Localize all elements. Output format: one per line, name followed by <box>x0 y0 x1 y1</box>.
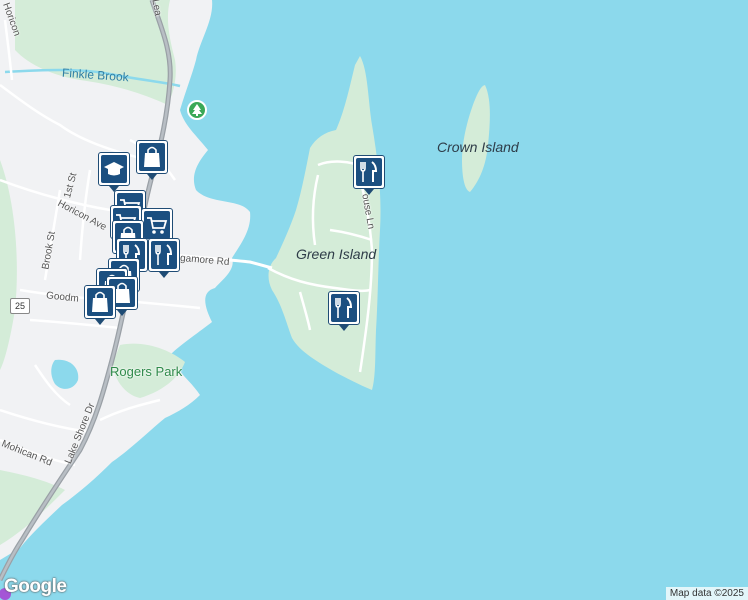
grocery-cart-icon <box>147 217 168 234</box>
label-green-island: Green Island <box>296 246 377 262</box>
restaurant-icon <box>335 297 353 318</box>
label-rogers-park: Rogers Park <box>110 364 183 379</box>
restaurant-marker[interactable] <box>148 238 180 278</box>
shopping-marker[interactable] <box>136 140 168 180</box>
education-marker[interactable] <box>98 152 130 192</box>
park-tree-icon[interactable] <box>187 100 207 120</box>
restaurant-icon <box>155 244 173 265</box>
route-shield: 25 <box>10 298 30 314</box>
map-attribution[interactable]: Map data ©2025 <box>665 587 748 600</box>
shopping-bag-icon <box>144 146 160 167</box>
shopping-bag-icon <box>92 291 108 312</box>
restaurant-icon <box>360 161 378 182</box>
grocery-marker[interactable] <box>141 208 173 248</box>
restaurant-marker[interactable] <box>328 291 360 331</box>
shopping-marker[interactable] <box>84 285 116 325</box>
google-logo[interactable]: Google <box>4 576 67 598</box>
restaurant-marker[interactable] <box>353 155 385 195</box>
map-canvas[interactable]: Green Island Crown Island Finkle Brook R… <box>0 0 748 600</box>
label-road-top: Lea <box>149 0 164 17</box>
education-icon <box>104 162 124 176</box>
label-crown-island: Crown Island <box>437 139 519 155</box>
